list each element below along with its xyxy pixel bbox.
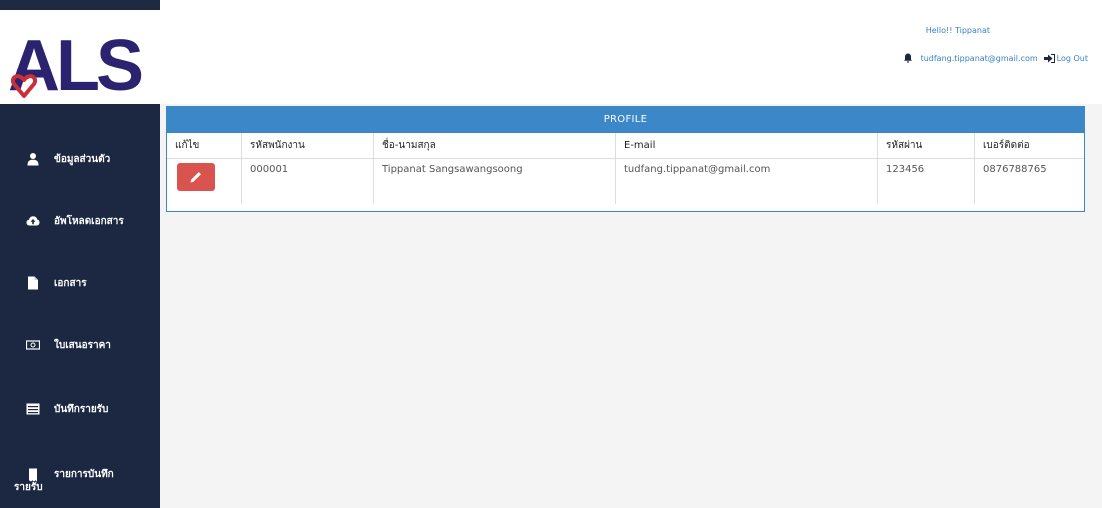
sidebar-item-quotation[interactable]: ใบเสนอราคา — [0, 338, 160, 352]
cell-employee-id: 000001 — [241, 158, 374, 204]
logout-link[interactable]: Log Out — [1043, 53, 1088, 63]
sidebar-item-label: ข้อมูลส่วนตัว — [54, 153, 111, 165]
sidebar-item-upload[interactable]: อัพโหลดเอกสาร — [0, 214, 160, 228]
money-icon — [26, 340, 40, 350]
sidebar: ข้อมูลส่วนตัว อัพโหลดเอกสาร เอกสาร ใบเสน… — [0, 104, 160, 508]
edit-button[interactable] — [177, 163, 215, 191]
cloud-upload-icon — [26, 216, 40, 226]
sidebar-item-label: รายการบันทึก รายรับ — [14, 468, 114, 494]
sidebar-item-label: เอกสาร — [54, 277, 87, 289]
list-icon — [26, 403, 40, 415]
user-email: tudfang.tippanat@gmail.com — [920, 53, 1038, 63]
edit-cell — [167, 158, 242, 204]
panel-title: PROFILE — [167, 107, 1084, 133]
sidebar-item-label: อัพโหลดเอกสาร — [54, 215, 124, 227]
column-header-edit: แก้ไข — [167, 133, 242, 159]
cell-phone: 0876788765 — [983, 164, 1047, 175]
top-header: Hello!! Tippanat tudfang.tippanat@gmail.… — [160, 0, 1102, 104]
als-logo[interactable]: ALS — [4, 18, 154, 104]
column-header-password: รหัสผ่าน — [877, 133, 975, 159]
receipt-icon — [29, 468, 37, 482]
sidebar-item-income-list[interactable]: รายการบันทึก รายรับ — [0, 468, 160, 494]
user-icon — [27, 153, 39, 166]
user-info-row: tudfang.tippanat@gmail.com Log Out — [903, 53, 1088, 63]
column-header-phone: เบอร์ติดต่อ — [974, 133, 1084, 159]
app-layout: ALS Hello!! Tippanat tudfang.tippanat@gm… — [0, 0, 1102, 508]
profile-panel: PROFILE แก้ไข รหัสพนักงาน ชื่อ-นามสกุล E… — [166, 106, 1085, 212]
profile-table: แก้ไข รหัสพนักงาน ชื่อ-นามสกุล E-mail รห… — [167, 133, 1084, 204]
table-header-row: แก้ไข รหัสพนักงาน ชื่อ-นามสกุล E-mail รห… — [167, 133, 1084, 159]
column-header-employee-id: รหัสพนักงาน — [241, 133, 374, 159]
sidebar-item-label-line2: รายรับ — [14, 482, 43, 493]
file-icon — [28, 276, 38, 290]
sidebar-item-profile[interactable]: ข้อมูลส่วนตัว — [0, 152, 160, 166]
cell-password: 123456 — [877, 158, 975, 204]
column-header-name: ชื่อ-นามสกุล — [373, 133, 616, 159]
column-header-email: E-mail — [615, 133, 878, 159]
pencil-icon — [190, 172, 201, 183]
table-row: 000001 Tippanat Sangsawangsoong tudfang.… — [167, 158, 1084, 204]
cell-name: Tippanat Sangsawangsoong — [373, 158, 616, 204]
logo-area: ALS — [0, 0, 160, 104]
logout-label: Log Out — [1056, 53, 1088, 63]
sidebar-item-documents[interactable]: เอกสาร — [0, 276, 160, 290]
sidebar-item-income-record[interactable]: บันทึกรายรับ — [0, 402, 160, 416]
sidebar-item-label-line1: รายการบันทึก — [54, 469, 114, 480]
bell-icon[interactable] — [903, 53, 913, 63]
sidebar-item-label: บันทึกรายรับ — [54, 403, 109, 415]
sidebar-item-label: ใบเสนอราคา — [54, 339, 111, 351]
cell-email: tudfang.tippanat@gmail.com — [615, 158, 878, 204]
sign-out-icon — [1043, 53, 1055, 63]
greeting-text: Hello!! Tippanat — [925, 26, 990, 35]
